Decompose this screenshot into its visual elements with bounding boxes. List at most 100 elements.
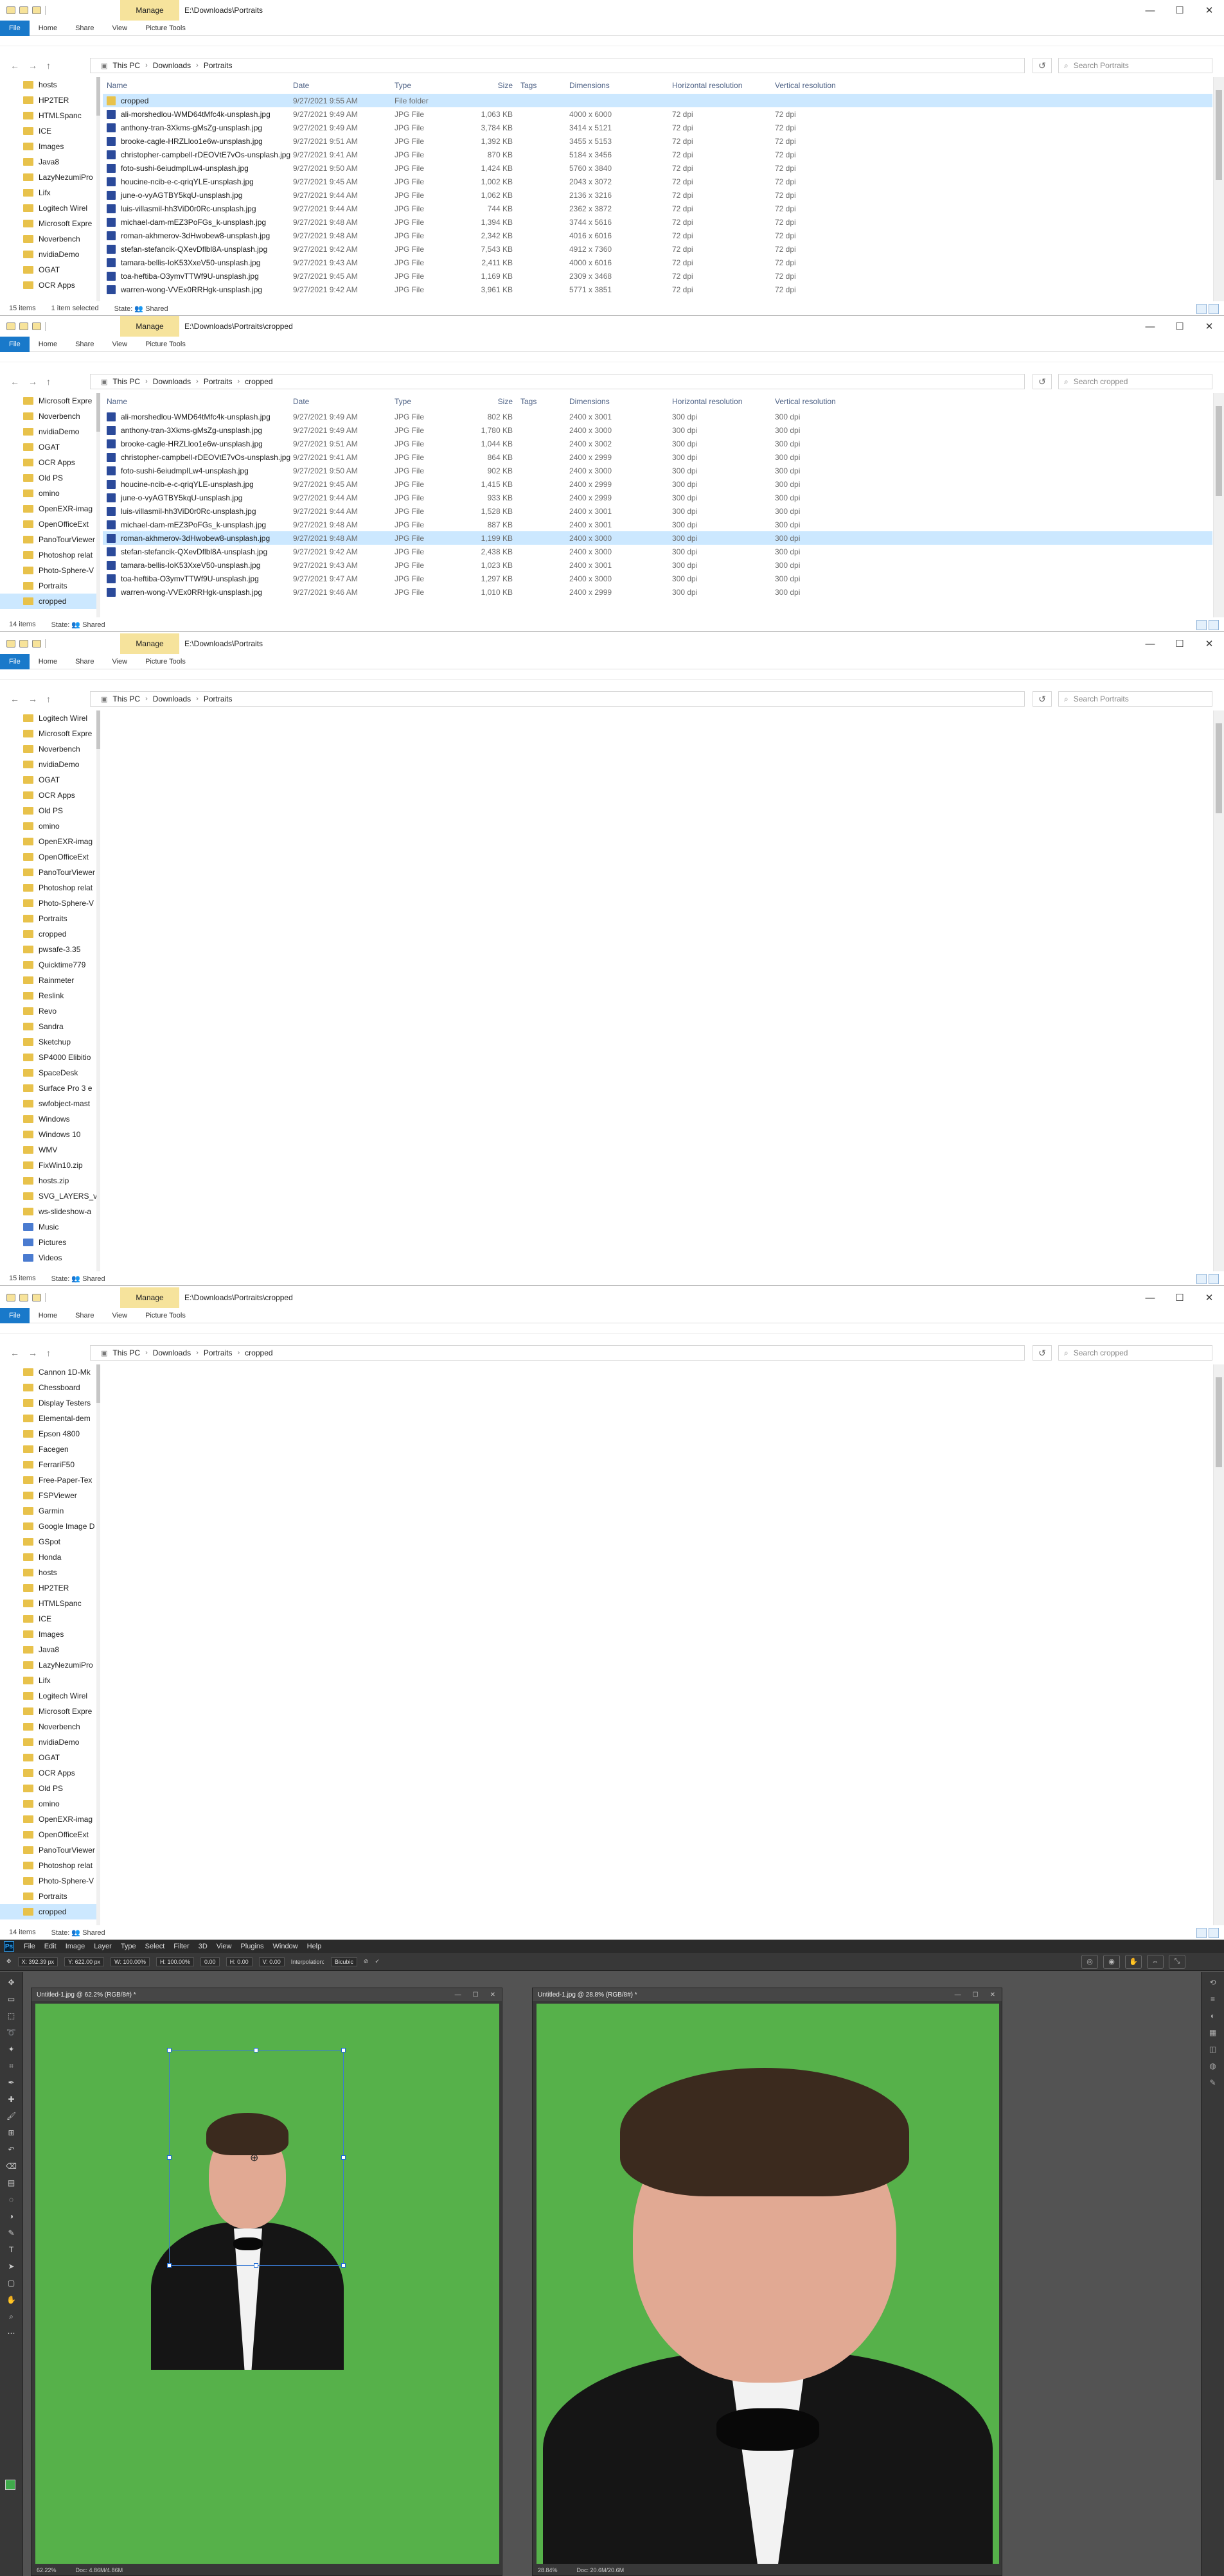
nav-item[interactable]: Garmin [0,1503,99,1519]
nav-item[interactable]: Java8 [0,154,99,170]
ps-canvas-1[interactable]: ⊕ [35,2004,499,2564]
nav-item[interactable]: OpenEXR-imag [0,501,99,516]
color-panel-icon[interactable]: ◐ [1207,2009,1220,2022]
file-row[interactable]: cropped 9/27/2021 9:55 AM File folder [103,94,1212,107]
lasso-tool-icon[interactable]: ➰ [5,2026,18,2039]
ps-doc-tab-1[interactable]: Untitled-1.jpg @ 62.2% (RGB/8#) * — ☐ ✕ [31,1988,502,2001]
column-header-horizontal-resolution[interactable]: Horizontal resolution [672,81,775,90]
column-header-dimensions[interactable]: Dimensions [569,397,672,406]
maximize-button[interactable]: ☐ [1165,1287,1194,1308]
nav-item[interactable]: ICE [0,123,99,139]
new-folder-icon[interactable] [32,6,41,14]
nav-item[interactable]: Quicktime779 [0,957,99,973]
tab-home[interactable]: Home [30,1308,66,1323]
nav-item[interactable]: omino [0,818,99,834]
nav-item[interactable]: Old PS [0,470,99,486]
minimize-button[interactable]: — [1135,633,1165,654]
nav-item[interactable]: ICE [0,1611,99,1627]
nav-item[interactable]: Cannon 1D-Mk [0,1364,99,1380]
file-row[interactable]: christopher-campbell-rDEOVtE7vOs-unsplas… [103,450,1212,464]
quick-select-tool-icon[interactable]: ✦ [5,2043,18,2056]
history-brush-icon[interactable]: ↶ [5,2143,18,2156]
transform-handle[interactable] [254,2048,258,2052]
refresh-button[interactable]: ↺ [1033,58,1052,73]
back-arrow-icon[interactable]: ← [10,376,19,387]
back-arrow-icon[interactable]: ← [10,694,19,704]
nav-item[interactable]: nvidiaDemo [0,1734,99,1750]
nav-item[interactable]: Music [0,1219,99,1235]
nav-item[interactable]: Sketchup [0,1034,99,1050]
large-icons-view-icon[interactable] [1209,304,1219,314]
column-header-vertical-resolution[interactable]: Vertical resolution [775,397,871,406]
nav-item[interactable]: Google Image D [0,1519,99,1534]
nav-item[interactable]: hosts [0,77,99,93]
tab-picture-tools[interactable]: Picture Tools [136,337,195,352]
search-input[interactable]: ⌕ Search Portraits [1058,58,1212,73]
refresh-button[interactable]: ↺ [1033,374,1052,389]
tab-view[interactable]: View [103,21,136,36]
column-header-type[interactable]: Type [395,81,472,90]
nav-item[interactable]: HTMLSpanc [0,108,99,123]
nav-item[interactable]: Microsoft Expre [0,393,99,409]
ps-menu-filter[interactable]: Filter [169,1943,193,1950]
pen-tool-icon[interactable]: ✎ [5,2227,18,2239]
move-tool-icon[interactable]: ✥ [5,1976,18,1989]
breadcrumb-portraits[interactable]: Portraits [204,61,233,70]
ps-menu-select[interactable]: Select [141,1943,170,1950]
file-row[interactable]: stefan-stefancik-QXevDflbl8A-unsplash.jp… [103,545,1212,558]
column-header-name[interactable]: Name [103,81,293,90]
tab-view[interactable]: View [103,1308,136,1323]
nav-scrollbar[interactable] [96,710,100,1271]
search-input[interactable]: ⌕ Search cropped [1058,374,1212,389]
transform-handle[interactable] [341,2263,346,2268]
properties-icon[interactable] [19,6,28,14]
nav-item[interactable]: Photoshop relat [0,1858,99,1873]
file-row[interactable]: houcine-ncib-e-c-qriqYLE-unsplash.jpg 9/2… [103,477,1212,491]
details-view-icon[interactable] [1196,620,1207,630]
minimize-button[interactable]: — [1135,316,1165,337]
breadcrumb-this-pc[interactable]: This PC [112,377,140,386]
type-tool-icon[interactable]: T [5,2243,18,2256]
nav-item[interactable]: GSpot [0,1534,99,1549]
nav-item[interactable]: Microsoft Expre [0,1704,99,1719]
folder-icon[interactable] [6,322,15,330]
zoom-level[interactable]: 28.84% [538,2567,558,2573]
healing-brush-icon[interactable]: ✚ [5,2093,18,2106]
nav-item[interactable]: Old PS [0,1781,99,1796]
nav-item[interactable]: Portraits [0,578,99,594]
up-arrow-icon[interactable]: ↑ [46,60,51,71]
breadcrumb-downloads[interactable]: Downloads [153,61,191,70]
nav-item[interactable]: Photo-Sphere-V [0,563,99,578]
breadcrumb-downloads[interactable]: Downloads [153,1348,191,1357]
file-row[interactable]: ali-morshedlou-WMD64tMfc4k-unsplash.jpg 9… [103,107,1212,121]
breadcrumb-this-pc[interactable]: This PC [112,61,140,70]
nav-item[interactable]: OpenEXR-imag [0,834,99,849]
close-icon[interactable]: ✕ [490,1991,495,1998]
nav-item[interactable]: HTMLSpanc [0,1596,99,1611]
maximize-icon[interactable]: ☐ [473,1991,479,1998]
nav-item[interactable]: nvidiaDemo [0,247,99,262]
nav-item[interactable]: Logitech Wirel [0,1688,99,1704]
nav-scrollbar[interactable] [96,393,100,617]
back-arrow-icon[interactable]: ← [10,1348,19,1358]
path-select-icon[interactable]: ➤ [5,2260,18,2273]
nav-item[interactable]: Windows 10 [0,1127,99,1142]
file-row[interactable]: ali-morshedlou-WMD64tMfc4k-unsplash.jpg 9… [103,410,1212,423]
tab-file[interactable]: File [0,336,30,352]
nav-item[interactable]: FerrariF50 [0,1457,99,1472]
nav-item[interactable]: Microsoft Expre [0,216,99,231]
breadcrumb-portraits[interactable]: Portraits [204,694,233,703]
nav-item[interactable]: Images [0,1627,99,1642]
file-row[interactable]: roman-akhmerov-3dHwobew8-unsplash.jpg 9/2… [103,229,1212,242]
ps-menu-window[interactable]: Window [269,1943,303,1950]
tab-file[interactable]: File [0,20,30,36]
gradient-tool-icon[interactable]: ▤ [5,2176,18,2189]
nav-item[interactable]: hosts [0,1565,99,1580]
nav-item[interactable]: Photo-Sphere-V [0,1873,99,1889]
new-folder-icon[interactable] [32,1294,41,1301]
nav-item[interactable]: Portraits [0,911,99,926]
swatches-panel-icon[interactable]: ▦ [1207,2026,1220,2039]
ps-canvas-2[interactable] [537,2004,999,2564]
nav-item[interactable]: Logitech Wirel [0,200,99,216]
nav-item[interactable]: Free-Paper-Tex [0,1472,99,1488]
